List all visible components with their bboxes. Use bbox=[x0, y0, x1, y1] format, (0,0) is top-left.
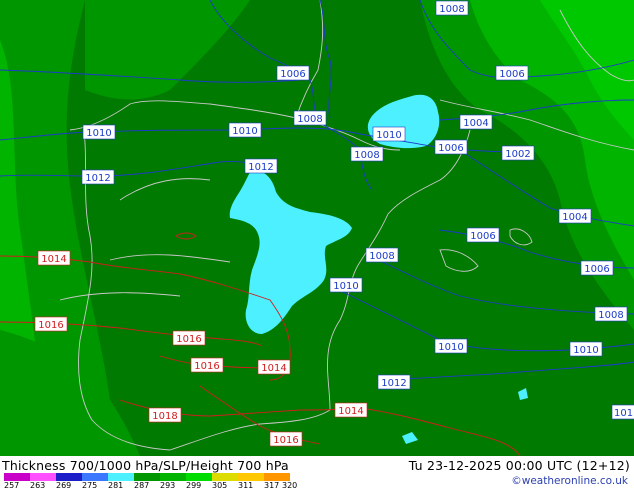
svg-text:1008: 1008 bbox=[297, 114, 322, 125]
credit-link[interactable]: ©weatheronline.co.uk bbox=[511, 475, 628, 487]
svg-text:1006: 1006 bbox=[470, 231, 495, 242]
svg-text:1010: 1010 bbox=[376, 130, 401, 141]
svg-text:101: 101 bbox=[614, 408, 633, 419]
scale-tick-label: 299 bbox=[186, 481, 202, 490]
scale-swatch bbox=[56, 473, 82, 481]
isobar-label: 1016 bbox=[172, 330, 206, 346]
svg-text:1006: 1006 bbox=[438, 143, 463, 154]
svg-text:1016: 1016 bbox=[273, 435, 298, 446]
svg-text:1008: 1008 bbox=[354, 150, 379, 161]
scale-tick-label: 269 bbox=[56, 481, 72, 490]
scale-swatch bbox=[264, 473, 290, 481]
svg-text:1012: 1012 bbox=[381, 378, 406, 389]
svg-text:1008: 1008 bbox=[369, 251, 394, 262]
scale-swatch bbox=[238, 473, 264, 481]
map-title: Thickness 700/1000 hPa/SLP/Height 700 hP… bbox=[2, 458, 289, 473]
scale-tick-label: 257 bbox=[4, 481, 20, 490]
scale-swatch bbox=[160, 473, 186, 481]
scale-swatch bbox=[108, 473, 134, 481]
scale-swatch bbox=[134, 473, 160, 481]
isobar-label: 1006 bbox=[466, 227, 500, 243]
svg-text:1016: 1016 bbox=[38, 320, 63, 331]
scale-tick-label: 311 bbox=[238, 481, 254, 490]
svg-text:1004: 1004 bbox=[463, 118, 488, 129]
svg-text:1012: 1012 bbox=[248, 162, 273, 173]
svg-text:1016: 1016 bbox=[194, 361, 219, 372]
isobar-label: 1004 bbox=[459, 114, 493, 130]
isobar-label: 1016 bbox=[190, 357, 224, 373]
scale-tick-label: 317 bbox=[264, 481, 280, 490]
svg-text:1014: 1014 bbox=[338, 406, 363, 417]
svg-text:1016: 1016 bbox=[176, 334, 201, 345]
isobar-label: 1008 bbox=[293, 110, 327, 126]
isobar-label: 1018 bbox=[148, 407, 182, 423]
isobar-label: 1014 bbox=[334, 402, 368, 418]
map-footer: Thickness 700/1000 hPa/SLP/Height 700 hP… bbox=[0, 456, 634, 490]
svg-text:1010: 1010 bbox=[86, 128, 111, 139]
scale-tick-label: 281 bbox=[108, 481, 124, 490]
svg-text:1006: 1006 bbox=[280, 69, 305, 80]
svg-text:1012: 1012 bbox=[85, 173, 110, 184]
scale-swatch bbox=[186, 473, 212, 481]
scale-swatch bbox=[82, 473, 108, 481]
svg-text:1010: 1010 bbox=[333, 281, 358, 292]
svg-text:1006: 1006 bbox=[584, 264, 609, 275]
scale-tick-label: 293 bbox=[160, 481, 176, 490]
isobar-label: 1008 bbox=[365, 247, 399, 263]
isobar-label: 1006 bbox=[495, 65, 529, 81]
scale-swatch bbox=[4, 473, 30, 481]
svg-text:1014: 1014 bbox=[261, 363, 286, 374]
isobar-label: 1010 bbox=[434, 338, 468, 354]
valid-time: Tu 23-12-2025 00:00 UTC (12+12) bbox=[408, 458, 630, 473]
isobar-label: 1014 bbox=[257, 359, 291, 375]
scale-swatch bbox=[30, 473, 56, 481]
isobar-label: 1010 bbox=[82, 124, 116, 140]
svg-text:1008: 1008 bbox=[598, 310, 623, 321]
isobar-label: 1008 bbox=[594, 306, 628, 322]
isobar-label: 1016 bbox=[34, 316, 68, 332]
svg-text:1004: 1004 bbox=[562, 212, 587, 223]
isobar-label: 1016 bbox=[269, 431, 303, 447]
isobar-label: 1006 bbox=[276, 65, 310, 81]
scale-tick-label: 287 bbox=[134, 481, 150, 490]
svg-text:1002: 1002 bbox=[505, 149, 530, 160]
svg-text:1018: 1018 bbox=[152, 411, 177, 422]
scale-swatch bbox=[212, 473, 238, 481]
isobar-label: 1008 bbox=[350, 146, 384, 162]
scale-tick-label: 263 bbox=[30, 481, 46, 490]
scale-tick-label: 275 bbox=[82, 481, 98, 490]
isobar-label: 1014 bbox=[37, 250, 71, 266]
isobar-label: 1006 bbox=[580, 260, 614, 276]
isobar-label: 1006 bbox=[434, 139, 468, 155]
isobar-label: 1004 bbox=[558, 208, 592, 224]
isobar-label: 1008 bbox=[435, 0, 469, 16]
svg-text:1010: 1010 bbox=[232, 126, 257, 137]
svg-text:1014: 1014 bbox=[41, 254, 66, 265]
isobar-label: 1012 bbox=[377, 374, 411, 390]
isobar-label: 1012 bbox=[244, 158, 278, 174]
svg-text:1008: 1008 bbox=[439, 4, 464, 15]
isobar-label: 1012 bbox=[81, 169, 115, 185]
scale-tick-label: 305 bbox=[212, 481, 228, 490]
isobar-label: 1002 bbox=[501, 145, 535, 161]
scale-tick-label: 320 bbox=[282, 481, 298, 490]
isobar-label: 1010 bbox=[329, 277, 363, 293]
svg-text:1006: 1006 bbox=[499, 69, 524, 80]
isobar-label: 1010 bbox=[228, 122, 262, 138]
svg-text:1010: 1010 bbox=[438, 342, 463, 353]
isobar-label: 1010 bbox=[372, 126, 406, 142]
svg-text:1010: 1010 bbox=[573, 345, 598, 356]
weather-map: 1008 1006 1006 1010 1010 1008 1010 1004 bbox=[0, 0, 634, 456]
isobar-label: 1010 bbox=[569, 341, 603, 357]
color-scale: 257 263 269 275 281 287 293 299 305 311 317 320 bbox=[4, 473, 304, 490]
isobar-label: 101 bbox=[611, 404, 634, 420]
